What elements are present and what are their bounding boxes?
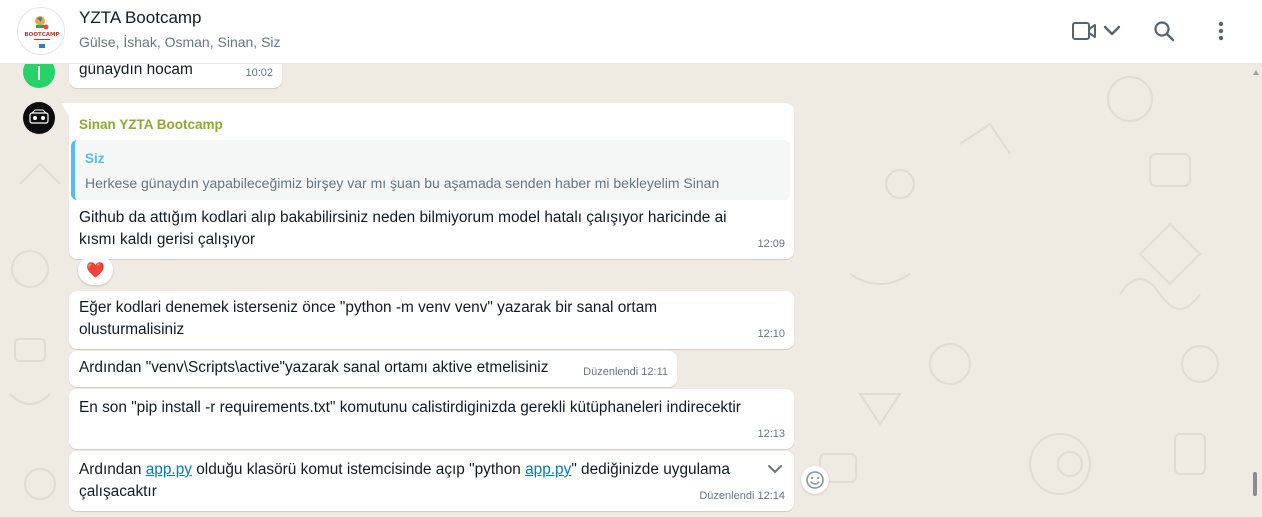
svg-text:BOOTCAMP: BOOTCAMP	[24, 32, 59, 38]
edited-label: Düzenlendi	[699, 490, 755, 502]
message-time: 12:11	[641, 366, 668, 378]
file-link[interactable]: app.py	[525, 461, 571, 478]
message-time: 12:14	[757, 490, 785, 502]
chat-scrollbar[interactable]	[1250, 64, 1262, 517]
sender-name[interactable]: Sinan YZTA Bootcamp	[79, 114, 223, 136]
message-text: En son "pip install -r requirements.txt"…	[79, 399, 741, 416]
message-text-part: Ardından	[79, 461, 146, 478]
group-avatar[interactable]: BOOTCAMP	[17, 7, 65, 55]
message-text-line2: olusturmalisiniz	[79, 321, 185, 338]
message-time: 12:09	[757, 238, 785, 250]
scrollbar-thumb	[1253, 472, 1257, 496]
message-text-part: " dediğinizde uygulama	[571, 461, 730, 478]
search-icon[interactable]	[1149, 17, 1179, 45]
quoted-author: Siz	[85, 151, 105, 166]
reaction-badge[interactable]: ❤️	[78, 255, 113, 285]
edited-label: Düzenlendi	[583, 366, 639, 378]
message-text-line1: Eğer kodlari denemek isterseniz önce "py…	[79, 299, 658, 316]
heart-icon: ❤️	[86, 261, 105, 279]
file-link[interactable]: app.py	[146, 461, 192, 478]
message-text-line1: Ardından app.py olduğu klasörü komut ist…	[79, 459, 730, 481]
chat-participants[interactable]: Gülse, İshak, Osman, Sinan, Siz	[79, 34, 281, 50]
message-edited-time: Düzenlendi 12:14	[699, 485, 785, 507]
message-text: Ardından "venv\Scripts\active"yazarak sa…	[79, 359, 549, 376]
video-call-icon[interactable]	[1069, 17, 1099, 45]
chat-header: BOOTCAMP YZTA Bootcamp Gülse, İshak, Osm…	[0, 0, 1262, 64]
message-time: 10:02	[245, 67, 273, 79]
message-text-part: olduğu klasörü komut istemcisinde açıp "…	[191, 461, 526, 478]
message-time: 12:10	[757, 328, 785, 340]
message-bubble[interactable]: Eğer kodlari denemek isterseniz önce "py…	[69, 291, 794, 349]
message-bubble[interactable]: Ardından "venv\Scripts\active"yazarak sa…	[69, 351, 677, 387]
message-text-line2: kısmı kaldı gerisi çalışıyor	[79, 231, 256, 248]
message-list[interactable]: günaydın hocam 10:02 Sinan YZTA Bootcamp…	[0, 64, 1262, 517]
quoted-message[interactable]: Siz Herkese günaydın yapabileceğimiz bir…	[71, 140, 790, 200]
chevron-down-icon[interactable]	[1098, 17, 1126, 45]
message-bubble[interactable]: En son "pip install -r requirements.txt"…	[69, 389, 794, 449]
chat-title[interactable]: YZTA Bootcamp	[79, 8, 202, 28]
menu-dots-icon[interactable]	[1206, 17, 1236, 45]
message-bubble[interactable]: günaydın hocam 10:02	[69, 64, 282, 88]
message-bubble[interactable]: Ardından app.py olduğu klasörü komut ist…	[69, 451, 794, 511]
message-text-line1: Github da attığım kodlari alıp bakabilir…	[79, 209, 727, 226]
scroll-up-arrow-icon	[1253, 70, 1259, 75]
emoji-icon[interactable]	[801, 466, 829, 494]
message-menu-chevron-icon[interactable]	[764, 459, 786, 479]
message-text: günaydın hocam	[79, 64, 193, 78]
sender-avatar[interactable]	[23, 102, 55, 134]
message-text-line2: çalışacaktır	[79, 483, 157, 500]
quoted-text: Herkese günaydın yapabileceğimiz birşey …	[85, 175, 720, 191]
message-bubble-quoted[interactable]: Sinan YZTA Bootcamp Siz Herkese günaydın…	[61, 103, 794, 259]
bubble-tail	[61, 103, 69, 116]
message-time: 12:13	[757, 428, 785, 440]
message-edited-time: Düzenlendi 12:11	[583, 361, 668, 383]
